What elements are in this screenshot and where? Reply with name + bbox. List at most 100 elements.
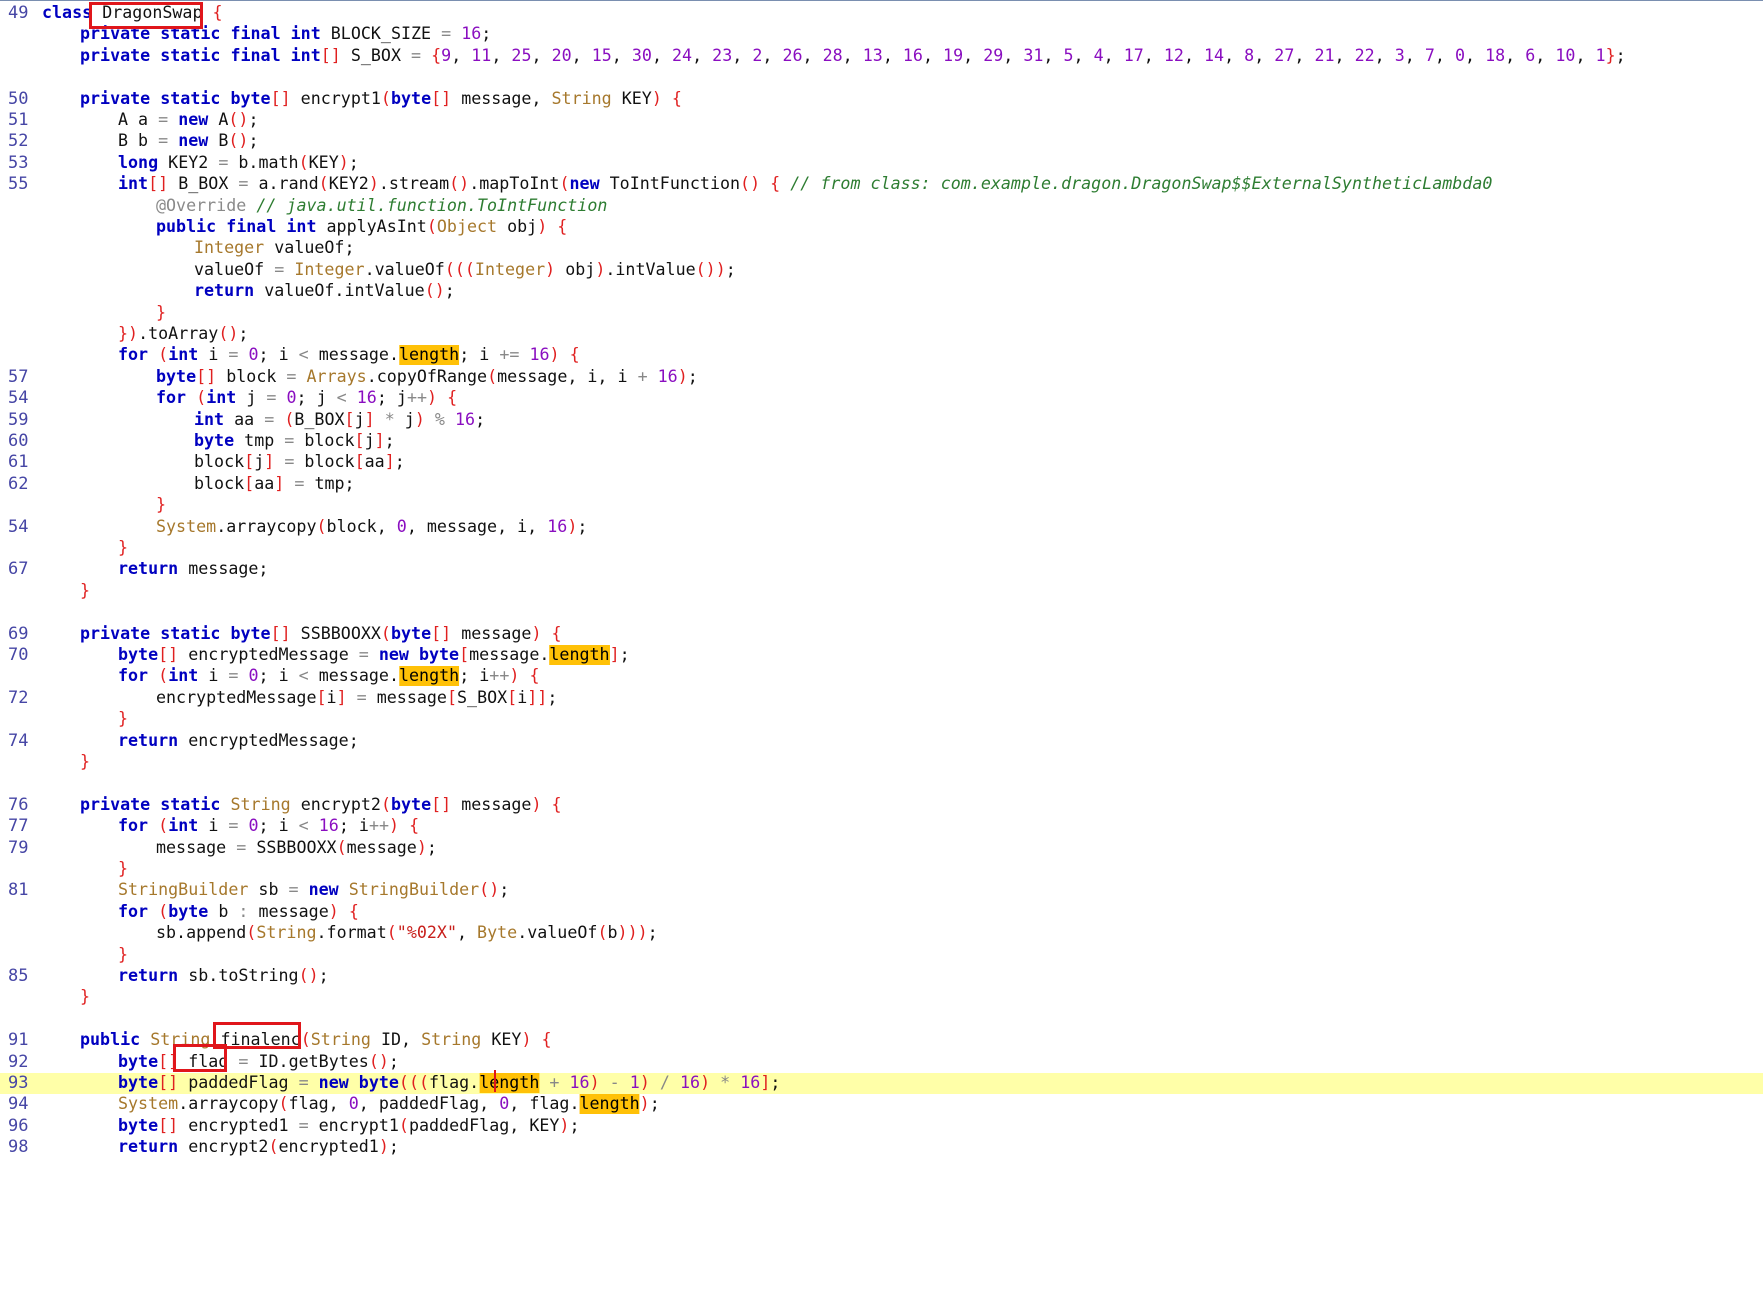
code-token: [] [158, 645, 179, 665]
code-token: .arraycopy [178, 1094, 279, 1115]
code-line[interactable]: 49 class DragonSwap { [0, 3, 1763, 24]
code-token: { [671, 88, 682, 109]
code-text: for (int i = 0; i < message.length; i++)… [118, 666, 540, 687]
code-line[interactable]: Integer valueOf; [0, 238, 1763, 259]
code-token: 16 [547, 516, 568, 537]
code-line[interactable]: 94 System.arraycopy(flag, 0, paddedFlag, … [0, 1094, 1763, 1115]
code-line[interactable]: 67 return message; [0, 559, 1763, 580]
code-line[interactable]: }).toArray(); [0, 324, 1763, 345]
code-line[interactable]: 85 return sb.toString(); [0, 966, 1763, 987]
code-token: [] [431, 794, 452, 815]
code-token: = [158, 131, 169, 152]
code-line[interactable]: } [0, 495, 1763, 516]
code-line[interactable]: for (int i = 0; i < message.length; i++)… [0, 666, 1763, 687]
code-token: ; i [459, 345, 500, 366]
code-line[interactable]: } [0, 945, 1763, 966]
code-line[interactable]: for (byte b : message) { [0, 902, 1763, 923]
code-text: block[j] = block[aa]; [194, 452, 405, 473]
code-token: ; [388, 1137, 399, 1158]
code-line[interactable]: } [0, 709, 1763, 730]
code-token: , [1003, 45, 1024, 66]
code-line[interactable]: private static final int[] S_BOX = {9, 1… [0, 46, 1763, 67]
code-line[interactable]: 53 long KEY2 = b.math(KEY); [0, 153, 1763, 174]
code-text: A a = new A(); [118, 110, 259, 131]
code-token: 0 [248, 816, 259, 837]
code-token: message. [308, 345, 399, 366]
code-line[interactable]: @Override // java.util.function.ToIntFun… [0, 196, 1763, 217]
code-token: ; [238, 324, 249, 344]
code-line[interactable]: 50 private static byte[] encrypt1(byte[] … [0, 89, 1763, 110]
code-line[interactable]: 52 B b = new B(); [0, 131, 1763, 152]
code-line[interactable]: valueOf = Integer.valueOf(((Integer) obj… [0, 260, 1763, 281]
code-text: }).toArray(); [118, 324, 248, 345]
code-line[interactable]: 96 byte[] encrypted1 = encrypt1(paddedFla… [0, 1116, 1763, 1137]
code-token: ( [278, 1094, 289, 1115]
code-line[interactable] [0, 1009, 1763, 1030]
code-line[interactable]: 70 byte[] encryptedMessage = new byte[mes… [0, 645, 1763, 666]
code-line[interactable]: 98 return encrypt2(encrypted1); [0, 1137, 1763, 1158]
code-token: message [248, 901, 329, 922]
line-number: 53 [8, 152, 29, 173]
code-line[interactable]: 57 byte[] block = Arrays.copyOfRange(mess… [0, 367, 1763, 388]
code-line[interactable]: } [0, 538, 1763, 559]
code-line[interactable]: 81 StringBuilder sb = new StringBuilder()… [0, 880, 1763, 901]
code-token: BLOCK_SIZE [320, 24, 442, 45]
code-line[interactable]: } [0, 752, 1763, 773]
code-line[interactable]: sb.append(String.format("%02X", Byte.val… [0, 923, 1763, 944]
code-line[interactable]: 54 for (int j = 0; j < 16; j++) { [0, 388, 1763, 409]
line-number: 74 [8, 730, 29, 751]
code-token: [] [148, 174, 169, 195]
code-token: , message, i, [406, 516, 548, 537]
code-line[interactable]: private static final int BLOCK_SIZE = 16… [0, 24, 1763, 45]
code-line[interactable]: 55 int[] B_BOX = a.rand(KEY2).stream().ma… [0, 174, 1763, 195]
code-text: private static final int BLOCK_SIZE = 16… [80, 24, 491, 45]
code-editor[interactable]: 49 class DragonSwap {private static final… [0, 0, 1763, 1301]
code-line[interactable]: 62 block[aa] = tmp; [0, 474, 1763, 495]
code-line[interactable]: return valueOf.intValue(); [0, 281, 1763, 302]
code-token: ) [639, 1073, 650, 1093]
code-line[interactable]: 93 byte[] paddedFlag = new byte(((flag.le… [0, 1073, 1763, 1095]
code-line[interactable]: 51 A a = new A(); [0, 110, 1763, 131]
code-token: , [1103, 45, 1124, 66]
code-token: () [228, 131, 249, 152]
code-token: .intValue [605, 259, 696, 280]
code-line[interactable]: for (int i = 0; i < message.length; i +=… [0, 345, 1763, 366]
code-line[interactable]: } [0, 859, 1763, 880]
code-line[interactable]: 59 int aa = (B_BOX[j] * j) % 16; [0, 410, 1763, 431]
code-line[interactable]: 91 public String finalenc(String ID, Stri… [0, 1030, 1763, 1051]
code-line[interactable]: } [0, 581, 1763, 602]
code-token: , [922, 45, 944, 66]
code-line[interactable]: 79 message = SSBBOOXX(message); [0, 838, 1763, 859]
code-line[interactable]: 72 encryptedMessage[i] = message[S_BOX[i]… [0, 688, 1763, 709]
code-token: i [326, 687, 337, 708]
code-token: [ [244, 473, 255, 494]
code-line[interactable]: 61 block[j] = block[aa]; [0, 452, 1763, 473]
code-line[interactable] [0, 773, 1763, 794]
code-line[interactable]: 74 return encryptedMessage; [0, 731, 1763, 752]
code-line[interactable] [0, 602, 1763, 623]
code-line[interactable]: 76 private static String encrypt2(byte[] … [0, 795, 1763, 816]
code-token: = [218, 152, 229, 173]
code-line[interactable]: 60 byte tmp = block[j]; [0, 431, 1763, 452]
code-line[interactable]: 77 for (int i = 0; i < 16; i++) { [0, 816, 1763, 837]
code-line[interactable]: public final int applyAsInt(Object obj) … [0, 217, 1763, 238]
code-line[interactable]: 54 System.arraycopy(block, 0, message, i,… [0, 517, 1763, 538]
code-token: < [298, 345, 309, 366]
code-token: byte [168, 901, 209, 922]
code-token: () [740, 174, 761, 195]
search-highlight: length [479, 1073, 540, 1093]
code-text: } [156, 303, 166, 324]
code-line[interactable] [0, 67, 1763, 88]
code-text: Integer valueOf; [194, 238, 355, 259]
code-token: , [1043, 45, 1064, 66]
code-token: ; j [376, 388, 407, 409]
code-line[interactable]: } [0, 303, 1763, 324]
code-token: ( [398, 1115, 409, 1136]
code-line[interactable]: 92 byte[] flag = ID.getBytes(); [0, 1052, 1763, 1073]
code-line[interactable]: } [0, 987, 1763, 1008]
code-line[interactable]: 69 private static byte[] SSBBOOXX(byte[] … [0, 624, 1763, 645]
